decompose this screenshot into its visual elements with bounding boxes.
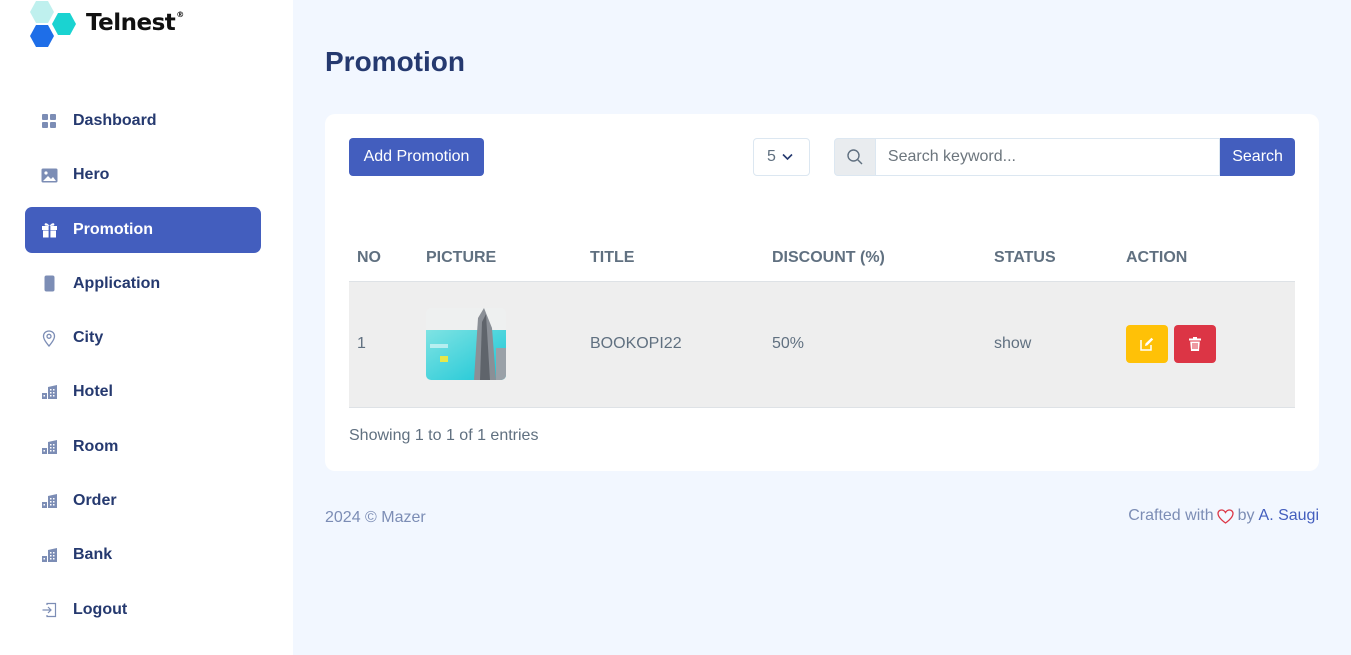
table-row: 1 BOOKOPI22 50% show <box>349 281 1295 408</box>
footer-credits: Crafted with by A. Saugi <box>1128 507 1319 525</box>
sidebar-item-room[interactable]: Room <box>25 424 261 470</box>
sidebar-item-label: Bank <box>73 546 113 564</box>
sidebar-item-bank[interactable]: Bank <box>25 532 261 578</box>
cell-status: show <box>986 281 1118 408</box>
edit-button[interactable] <box>1126 325 1168 363</box>
logout-icon <box>40 601 58 619</box>
promotion-card: Add Promotion 5 Search NO PICTURE TITLE … <box>325 114 1319 471</box>
sidebar-item-label: Hero <box>73 166 110 184</box>
sidebar-item-label: Room <box>73 437 119 455</box>
sidebar-item-label: Promotion <box>73 220 153 238</box>
chevron-down-icon <box>782 148 793 166</box>
sidebar-item-label: City <box>73 329 104 347</box>
search-button[interactable]: Search <box>1220 138 1295 176</box>
building-icon <box>40 438 58 456</box>
promotion-thumbnail <box>426 308 506 380</box>
edit-icon <box>1140 337 1154 351</box>
logo-hexagon-icon <box>28 1 78 49</box>
footer-crafted-text: Crafted with <box>1128 507 1214 524</box>
sidebar: Telnest® Dashboard Hero Promotion Applic… <box>0 0 293 655</box>
map-pin-icon <box>40 329 58 347</box>
delete-button[interactable] <box>1174 325 1217 363</box>
footer-copyright: 2024 © Mazer <box>325 509 426 526</box>
sidebar-item-label: Hotel <box>73 383 113 401</box>
add-promotion-button[interactable]: Add Promotion <box>349 138 484 176</box>
table-header-row: NO PICTURE TITLE DISCOUNT (%) STATUS ACT… <box>349 236 1295 282</box>
column-header: NO <box>349 236 418 282</box>
cell-no: 1 <box>349 281 418 408</box>
sidebar-item-application[interactable]: Application <box>25 261 261 307</box>
sidebar-item-order[interactable]: Order <box>25 478 261 524</box>
heart-icon <box>1216 508 1234 524</box>
sidebar-item-label: Order <box>73 492 117 510</box>
sidebar-item-label: Application <box>73 274 161 292</box>
column-header: PICTURE <box>418 236 582 282</box>
grid-icon <box>40 112 58 130</box>
page-title: Promotion <box>325 46 465 77</box>
cell-title: BOOKOPI22 <box>582 281 764 408</box>
cell-discount: 50% <box>764 281 986 408</box>
sidebar-item-hero[interactable]: Hero <box>25 152 261 198</box>
building-icon <box>40 492 58 510</box>
sidebar-item-promotion[interactable]: Promotion <box>25 206 261 253</box>
column-header: DISCOUNT (%) <box>764 236 986 282</box>
column-header: STATUS <box>986 236 1118 282</box>
cell-picture <box>418 281 582 408</box>
sidebar-item-logout[interactable]: Logout <box>25 587 261 633</box>
search-input[interactable] <box>875 138 1221 176</box>
sidebar-item-hotel[interactable]: Hotel <box>25 369 261 415</box>
author-link[interactable]: A. Saugi <box>1259 507 1319 525</box>
gift-icon <box>40 221 58 239</box>
sidebar-item-city[interactable]: City <box>25 315 261 361</box>
sidebar-item-dashboard[interactable]: Dashboard <box>25 98 261 144</box>
sidebar-menu: Dashboard Hero Promotion Application Cit… <box>25 98 261 641</box>
sidebar-item-label: Dashboard <box>73 112 157 129</box>
cell-action <box>1118 281 1295 408</box>
column-header: TITLE <box>582 236 764 282</box>
building-icon <box>40 383 58 401</box>
promotion-table: NO PICTURE TITLE DISCOUNT (%) STATUS ACT… <box>349 236 1295 408</box>
phone-icon <box>40 275 58 293</box>
column-header: ACTION <box>1118 236 1295 282</box>
brand-name: Telnest® <box>86 10 184 36</box>
building-icon <box>40 546 58 564</box>
search-group: Search <box>834 138 1295 176</box>
image-icon <box>40 166 58 184</box>
footer-by-text: by <box>1237 507 1255 524</box>
brand-logo[interactable]: Telnest® <box>28 0 184 50</box>
per-page-value: 5 <box>767 148 776 165</box>
search-icon <box>834 138 876 176</box>
entries-info: Showing 1 to 1 of 1 entries <box>349 427 539 444</box>
sidebar-item-label: Logout <box>73 600 128 618</box>
trash-icon <box>1189 337 1202 351</box>
per-page-select[interactable]: 5 <box>753 138 810 176</box>
